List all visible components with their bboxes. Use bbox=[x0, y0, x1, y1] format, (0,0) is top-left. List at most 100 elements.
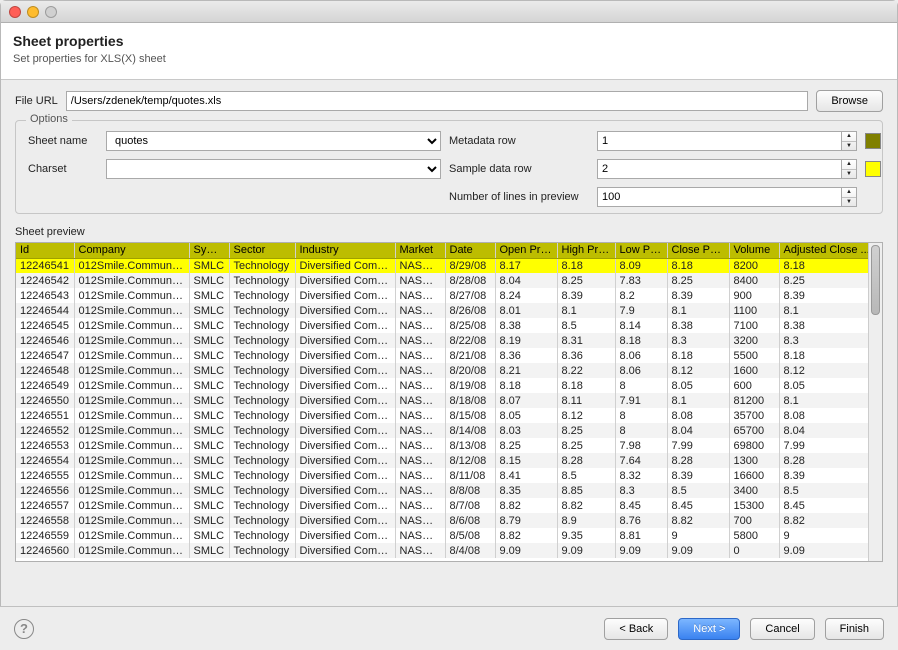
table-row[interactable]: 12246541012Smile.Commun…SMLCTechnologyDi… bbox=[16, 258, 882, 273]
chevron-down-icon[interactable]: ▼ bbox=[842, 198, 856, 207]
table-cell: 12246558 bbox=[16, 513, 74, 528]
table-row[interactable]: 12246544012Smile.Commun…SMLCTechnologyDi… bbox=[16, 303, 882, 318]
column-header[interactable]: Symbol bbox=[189, 243, 229, 258]
table-cell: 8.5 bbox=[557, 468, 615, 483]
table-cell: 8.31 bbox=[557, 333, 615, 348]
column-header[interactable]: Volume bbox=[729, 243, 779, 258]
scrollbar-thumb[interactable] bbox=[871, 245, 880, 315]
table-row[interactable]: 12246560012Smile.Commun…SMLCTechnologyDi… bbox=[16, 543, 882, 558]
sample-color-swatch[interactable] bbox=[865, 161, 881, 177]
table-cell: 8.05 bbox=[667, 378, 729, 393]
column-header[interactable]: Id bbox=[16, 243, 74, 258]
table-row[interactable]: 12246554012Smile.Commun…SMLCTechnologyDi… bbox=[16, 453, 882, 468]
finish-button[interactable]: Finish bbox=[825, 618, 884, 640]
table-row[interactable]: 12246542012Smile.Commun…SMLCTechnologyDi… bbox=[16, 273, 882, 288]
column-header[interactable]: Industry bbox=[295, 243, 395, 258]
table-cell: SMLC bbox=[189, 408, 229, 423]
column-header[interactable]: Sector bbox=[229, 243, 295, 258]
table-row[interactable]: 12246552012Smile.Commun…SMLCTechnologyDi… bbox=[16, 423, 882, 438]
chevron-down-icon[interactable]: ▼ bbox=[842, 142, 856, 151]
table-row[interactable]: 12246555012Smile.Commun…SMLCTechnologyDi… bbox=[16, 468, 882, 483]
chevron-up-icon[interactable]: ▲ bbox=[842, 188, 856, 198]
table-cell: 8.3 bbox=[667, 333, 729, 348]
column-header[interactable]: Company bbox=[74, 243, 189, 258]
file-url-input[interactable] bbox=[66, 91, 809, 111]
table-row[interactable]: 12246557012Smile.Commun…SMLCTechnologyDi… bbox=[16, 498, 882, 513]
column-header[interactable]: Low Price bbox=[615, 243, 667, 258]
window-zoom-icon[interactable] bbox=[45, 6, 57, 18]
next-button[interactable]: Next > bbox=[678, 618, 740, 640]
table-cell: 8/8/08 bbox=[445, 483, 495, 498]
back-button[interactable]: < Back bbox=[604, 618, 668, 640]
table-cell: Diversified Com… bbox=[295, 423, 395, 438]
metadata-row-stepper[interactable]: ▲▼ bbox=[841, 131, 857, 151]
window-close-icon[interactable] bbox=[9, 6, 21, 18]
table-row[interactable]: 12246545012Smile.Commun…SMLCTechnologyDi… bbox=[16, 318, 882, 333]
window-minimize-icon[interactable] bbox=[27, 6, 39, 18]
table-cell: 8/7/08 bbox=[445, 498, 495, 513]
column-header[interactable]: Market bbox=[395, 243, 445, 258]
metadata-color-swatch[interactable] bbox=[865, 133, 881, 149]
table-cell: 8/6/08 bbox=[445, 513, 495, 528]
chevron-up-icon[interactable]: ▲ bbox=[842, 160, 856, 170]
table-cell: 8/5/08 bbox=[445, 528, 495, 543]
table-row[interactable]: 12246551012Smile.Commun…SMLCTechnologyDi… bbox=[16, 408, 882, 423]
table-cell: 012Smile.Commun… bbox=[74, 528, 189, 543]
browse-button[interactable]: Browse bbox=[816, 90, 883, 112]
table-row[interactable]: 12246550012Smile.Commun…SMLCTechnologyDi… bbox=[16, 393, 882, 408]
column-header[interactable]: Close Price bbox=[667, 243, 729, 258]
table-cell: 8.45 bbox=[667, 498, 729, 513]
column-header[interactable]: Adjusted Close ... bbox=[779, 243, 882, 258]
table-cell: Technology bbox=[229, 408, 295, 423]
table-row[interactable]: 12246547012Smile.Commun…SMLCTechnologyDi… bbox=[16, 348, 882, 363]
table-cell: 8.82 bbox=[667, 513, 729, 528]
table-scrollbar[interactable] bbox=[868, 243, 882, 561]
table-cell: 012Smile.Commun… bbox=[74, 318, 189, 333]
table-cell: 1600 bbox=[729, 363, 779, 378]
table-header-row[interactable]: IdCompanySymbolSectorIndustryMarketDateO… bbox=[16, 243, 882, 258]
table-row[interactable]: 12246543012Smile.Commun…SMLCTechnologyDi… bbox=[16, 288, 882, 303]
table-cell: 8.17 bbox=[495, 258, 557, 273]
table-row[interactable]: 12246556012Smile.Commun…SMLCTechnologyDi… bbox=[16, 483, 882, 498]
table-row[interactable]: 12246546012Smile.Commun…SMLCTechnologyDi… bbox=[16, 333, 882, 348]
lines-preview-stepper[interactable]: ▲▼ bbox=[841, 187, 857, 207]
sample-row-input[interactable] bbox=[597, 159, 841, 179]
charset-select[interactable] bbox=[106, 159, 441, 179]
lines-preview-input[interactable] bbox=[597, 187, 841, 207]
table-cell: 8.39 bbox=[667, 468, 729, 483]
table-cell: 8 bbox=[615, 408, 667, 423]
table-row[interactable]: 12246553012Smile.Commun…SMLCTechnologyDi… bbox=[16, 438, 882, 453]
table-cell: 8.38 bbox=[667, 318, 729, 333]
sample-row-stepper[interactable]: ▲▼ bbox=[841, 159, 857, 179]
table-cell: NASDAQ bbox=[395, 363, 445, 378]
table-cell: 9.09 bbox=[667, 543, 729, 558]
chevron-down-icon[interactable]: ▼ bbox=[842, 170, 856, 179]
table-row[interactable]: 12246549012Smile.Commun…SMLCTechnologyDi… bbox=[16, 378, 882, 393]
cancel-button[interactable]: Cancel bbox=[750, 618, 814, 640]
table-cell: 8.85 bbox=[557, 483, 615, 498]
chevron-up-icon[interactable]: ▲ bbox=[842, 132, 856, 142]
help-icon[interactable]: ? bbox=[14, 619, 34, 639]
table-cell: 8.25 bbox=[557, 438, 615, 453]
table-cell: NASDAQ bbox=[395, 498, 445, 513]
table-cell: NASDAQ bbox=[395, 468, 445, 483]
column-header[interactable]: Open Price bbox=[495, 243, 557, 258]
table-row[interactable]: 12246558012Smile.Commun…SMLCTechnologyDi… bbox=[16, 513, 882, 528]
table-cell: 012Smile.Commun… bbox=[74, 483, 189, 498]
table-cell: SMLC bbox=[189, 543, 229, 558]
table-cell: SMLC bbox=[189, 273, 229, 288]
column-header[interactable]: High Price bbox=[557, 243, 615, 258]
table-cell: 8.36 bbox=[495, 348, 557, 363]
column-header[interactable]: Date bbox=[445, 243, 495, 258]
table-cell: SMLC bbox=[189, 318, 229, 333]
table-cell: 8.01 bbox=[495, 303, 557, 318]
sample-row-label: Sample data row bbox=[449, 163, 589, 175]
table-row[interactable]: 12246559012Smile.Commun…SMLCTechnologyDi… bbox=[16, 528, 882, 543]
sheet-name-select[interactable]: quotes bbox=[106, 131, 441, 151]
table-cell: 12246546 bbox=[16, 333, 74, 348]
metadata-row-input[interactable] bbox=[597, 131, 841, 151]
table-cell: 16600 bbox=[729, 468, 779, 483]
table-cell: Technology bbox=[229, 363, 295, 378]
table-row[interactable]: 12246548012Smile.Commun…SMLCTechnologyDi… bbox=[16, 363, 882, 378]
table-cell: 8.04 bbox=[495, 273, 557, 288]
